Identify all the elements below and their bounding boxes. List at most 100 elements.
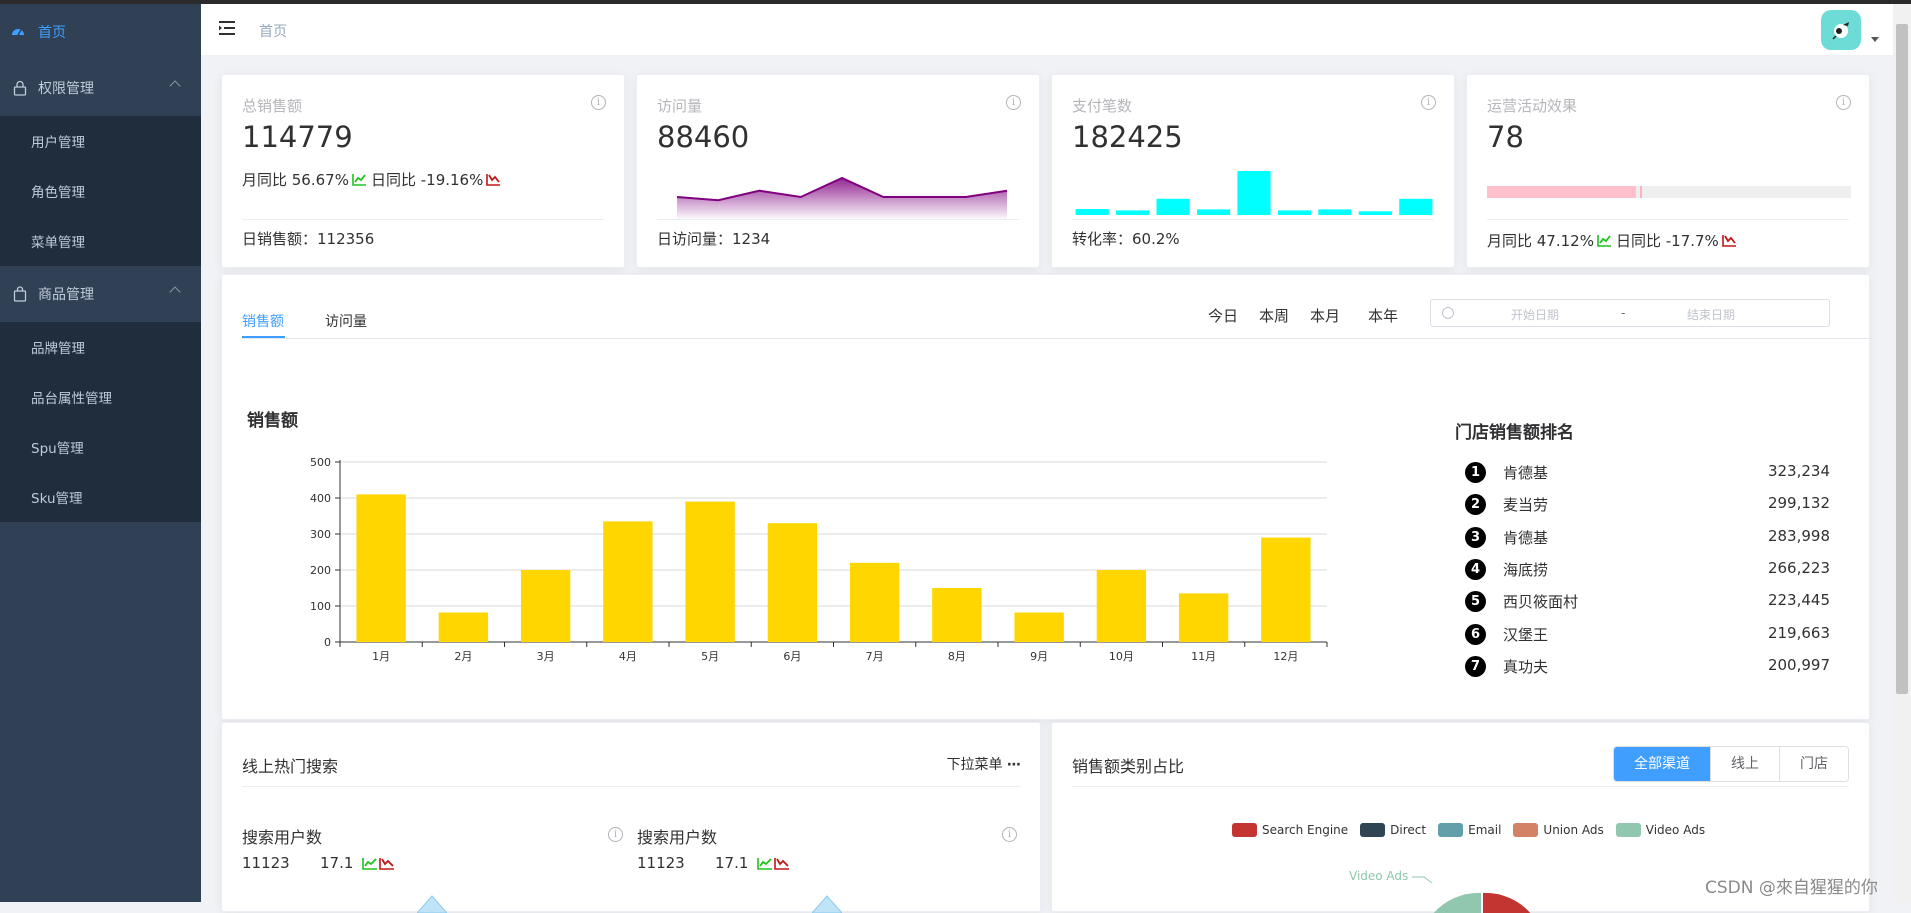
trend-icons	[362, 858, 394, 870]
channel-online-button[interactable]: 线上	[1710, 747, 1779, 781]
ranking-row: 6 汉堡王 219,663	[1465, 622, 1830, 646]
payment-bar	[1318, 209, 1352, 215]
x-tick-label: 12月	[1273, 650, 1298, 663]
sidebar-item-home[interactable]: 首页	[0, 4, 201, 60]
x-tick-label: 8月	[948, 650, 966, 663]
sidebar-item-label: 首页	[38, 25, 66, 41]
sidebar-group-label: 商品管理	[38, 287, 94, 303]
legend-item[interactable]: Search Engine	[1232, 823, 1348, 837]
breadcrumb[interactable]: 首页	[259, 21, 287, 41]
ranking-row: 1 肯德基 323,234	[1465, 460, 1830, 484]
sidebar-item-menu-management[interactable]: 菜单管理	[0, 216, 201, 266]
sidebar-group-permission[interactable]: 权限管理	[0, 60, 201, 116]
divider	[657, 219, 1019, 220]
sidebar-item-spu-management[interactable]: Spu管理	[0, 422, 201, 472]
start-date-input[interactable]: 开始日期	[1511, 306, 1559, 323]
x-tick-label: 6月	[783, 650, 801, 663]
info-icon[interactable]: i	[608, 827, 623, 842]
sales-bar	[356, 494, 406, 642]
store-sales: 299,132	[1767, 494, 1830, 512]
info-icon[interactable]: i	[1006, 95, 1021, 110]
sales-bar	[685, 501, 735, 642]
store-name: 肯德基	[1503, 529, 1549, 547]
sales-bar	[767, 523, 818, 642]
clock-icon	[1442, 307, 1454, 319]
stat-value: 182425	[1072, 120, 1183, 154]
sidebar-group-product[interactable]: 商品管理	[0, 266, 201, 322]
progress-fill	[1487, 186, 1636, 198]
legend-item[interactable]: Video Ads	[1615, 823, 1705, 837]
dropdown-menu[interactable]: 下拉菜单 ⋯	[946, 754, 1021, 774]
store-name: 麦当劳	[1503, 496, 1549, 514]
legend-label: Direct	[1390, 823, 1427, 837]
info-icon[interactable]: i	[1421, 95, 1436, 110]
avatar[interactable]	[1821, 10, 1861, 50]
sales-panel: 销售额 访问量 今日 本周 本月 本年 开始日期 - 结束日期 销售额 0 100…	[221, 274, 1872, 720]
x-tick-label: 7月	[866, 650, 884, 663]
pie-label-line	[1412, 876, 1433, 883]
legend-item[interactable]: Direct	[1360, 823, 1426, 837]
sidebar-item-attr-management[interactable]: 品台属性管理	[0, 372, 201, 422]
channel-all-button[interactable]: 全部渠道	[1614, 747, 1710, 781]
store-name: 西贝筱面村	[1503, 593, 1579, 611]
sales-bar	[849, 562, 900, 642]
y-tick-label: 500	[310, 456, 331, 469]
info-icon[interactable]: i	[1002, 827, 1017, 842]
search-users-label: 搜索用户数	[242, 828, 323, 847]
sidebar-item-brand-management[interactable]: 品牌管理	[0, 322, 201, 372]
sales-bar	[520, 570, 571, 642]
channel-store-button[interactable]: 门店	[1779, 747, 1848, 781]
rank-number: 5	[1465, 591, 1486, 612]
rank-number: 1	[1465, 462, 1486, 483]
trend-down-icon	[486, 174, 501, 186]
stat-value: 114779	[242, 120, 353, 154]
payment-bar	[1197, 209, 1231, 215]
end-date-input[interactable]: 结束日期	[1687, 306, 1735, 323]
legend-swatch	[1438, 823, 1464, 837]
store-sales: 266,223	[1767, 559, 1830, 577]
search-users-count: 11123	[637, 854, 685, 872]
legend-label: Email	[1468, 823, 1502, 837]
x-tick-label: 3月	[537, 650, 555, 663]
date-range-picker[interactable]: 开始日期 - 结束日期	[1430, 299, 1830, 327]
sidebar-item-role-management[interactable]: 角色管理	[0, 166, 201, 216]
sidebar: 首页 权限管理 用户管理 角色管理 菜单管理 商品管理 品牌管理 品台属性管理 …	[0, 4, 201, 902]
payment-bar	[1358, 211, 1392, 215]
sidebar-item-user-management[interactable]: 用户管理	[0, 116, 201, 166]
page-scrollbar[interactable]	[1893, 4, 1911, 902]
range-year[interactable]: 本年	[1368, 305, 1398, 326]
trend-up-icon	[352, 174, 366, 186]
stat-title: 访问量	[657, 97, 703, 115]
progress-marker	[1640, 186, 1642, 198]
caret-down-icon[interactable]	[1871, 37, 1879, 42]
area-chart-peak	[417, 895, 447, 913]
payment-bar	[1237, 171, 1271, 215]
hamburger-icon[interactable]	[218, 19, 236, 37]
sidebar-item-sku-management[interactable]: Sku管理	[0, 472, 201, 522]
dropdown-label: 下拉菜单	[946, 757, 1003, 773]
x-tick-label: 4月	[619, 650, 637, 663]
stat-value: 78	[1487, 120, 1524, 154]
legend-item[interactable]: Union Ads	[1513, 823, 1604, 837]
pie-label: Video Ads	[1349, 869, 1409, 883]
store-sales: 323,234	[1767, 462, 1830, 480]
info-icon[interactable]: i	[591, 95, 606, 110]
rank-number: 3	[1465, 527, 1486, 548]
x-tick-label: 10月	[1109, 650, 1134, 663]
ranking-row: 4 海底捞 266,223	[1465, 557, 1830, 581]
search-users-count: 11123	[242, 854, 290, 872]
legend-item[interactable]: Email	[1438, 823, 1501, 837]
legend-swatch	[1615, 823, 1641, 837]
divider	[1487, 219, 1849, 220]
progress-track	[1487, 186, 1851, 198]
info-icon[interactable]: i	[1836, 95, 1851, 110]
stat-title: 运营活动效果	[1487, 97, 1578, 115]
range-separator: -	[1621, 306, 1626, 320]
sidebar-group-label: 权限管理	[38, 81, 94, 97]
payment-bar	[1156, 198, 1190, 215]
scrollbar-thumb[interactable]	[1896, 24, 1908, 694]
area-chart-peak	[812, 895, 842, 913]
ranking-row: 3 肯德基 283,998	[1465, 525, 1830, 549]
x-tick-label: 1月	[372, 650, 390, 663]
y-tick-label: 200	[310, 564, 331, 577]
